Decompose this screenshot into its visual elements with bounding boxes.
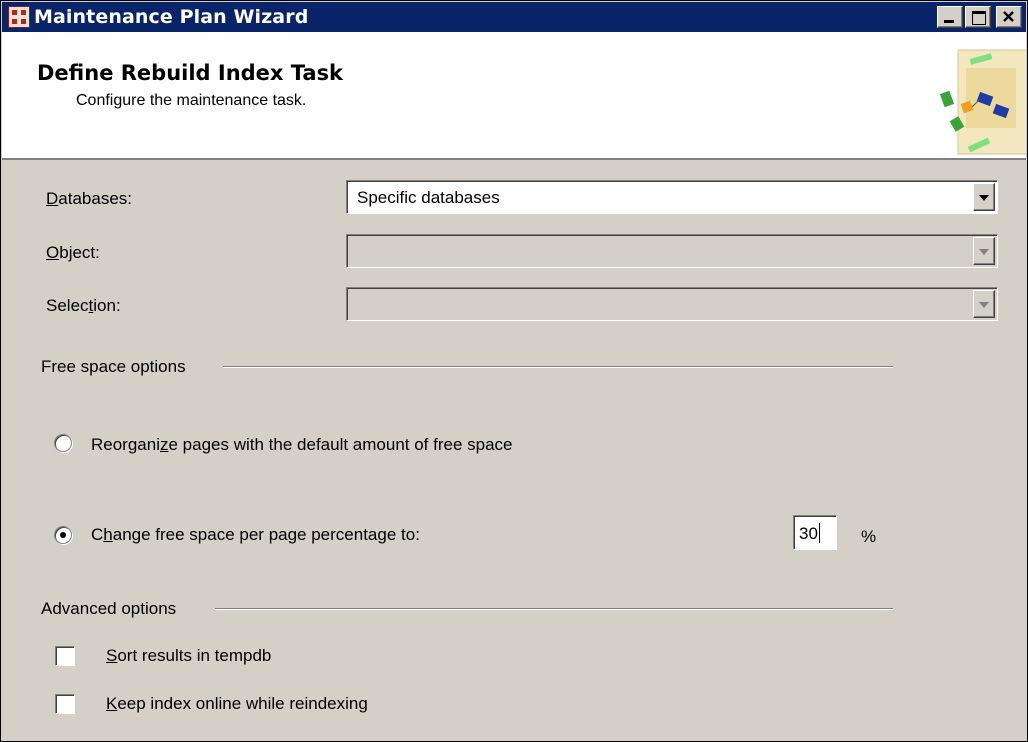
wizard-graphic-icon bbox=[939, 49, 1026, 155]
free-space-divider bbox=[223, 366, 893, 368]
object-label: Object: bbox=[46, 243, 100, 262]
sort-tempdb-label[interactable]: Sort results in tempdb bbox=[106, 646, 271, 666]
advanced-group-label: Advanced options bbox=[41, 599, 177, 618]
object-dropdown[interactable] bbox=[346, 234, 998, 268]
reorganize-label[interactable]: Reorganize pages with the default amount… bbox=[91, 435, 513, 455]
chevron-down-icon[interactable] bbox=[973, 290, 995, 318]
minimize-icon bbox=[944, 20, 954, 23]
advanced-divider bbox=[215, 608, 893, 610]
wizard-header: Define Rebuild Index Task Configure the … bbox=[2, 32, 1026, 160]
percent-sign: % bbox=[861, 527, 877, 546]
selection-label: Selection: bbox=[46, 296, 121, 315]
title-bar[interactable]: Maintenance Plan Wizard bbox=[2, 2, 1026, 32]
chevron-down-icon[interactable] bbox=[973, 183, 995, 211]
free-space-group-label: Free space options bbox=[41, 357, 186, 376]
databases-value: Specific databases bbox=[357, 188, 500, 207]
window-title: Maintenance Plan Wizard bbox=[34, 6, 309, 28]
app-icon bbox=[8, 6, 30, 28]
reorganize-radio[interactable] bbox=[54, 434, 72, 452]
close-button[interactable] bbox=[996, 6, 1022, 28]
change-free-space-label[interactable]: Change free space per page percentage to… bbox=[91, 525, 420, 545]
maximize-icon bbox=[972, 11, 986, 25]
databases-dropdown[interactable]: Specific databases bbox=[346, 180, 998, 214]
minimize-button[interactable] bbox=[937, 6, 963, 28]
close-icon bbox=[1003, 11, 1014, 22]
chevron-down-icon[interactable] bbox=[973, 237, 995, 265]
text-caret bbox=[819, 523, 820, 543]
keep-online-checkbox[interactable] bbox=[55, 694, 75, 714]
sort-tempdb-checkbox[interactable] bbox=[55, 646, 75, 666]
maintenance-plan-wizard-window: Maintenance Plan Wizard Define Rebuild I… bbox=[0, 0, 1028, 742]
free-space-percentage-value: 30 bbox=[799, 524, 818, 543]
page-title: Define Rebuild Index Task bbox=[37, 61, 344, 85]
change-free-space-radio[interactable] bbox=[54, 526, 72, 544]
page-subtitle: Configure the maintenance task. bbox=[76, 92, 307, 109]
free-space-percentage-input[interactable]: 30 bbox=[793, 515, 837, 550]
maximize-button[interactable] bbox=[965, 6, 991, 28]
databases-label: Databases: bbox=[46, 189, 133, 208]
selection-dropdown[interactable] bbox=[346, 287, 998, 321]
keep-online-label[interactable]: Keep index online while reindexing bbox=[106, 694, 368, 714]
